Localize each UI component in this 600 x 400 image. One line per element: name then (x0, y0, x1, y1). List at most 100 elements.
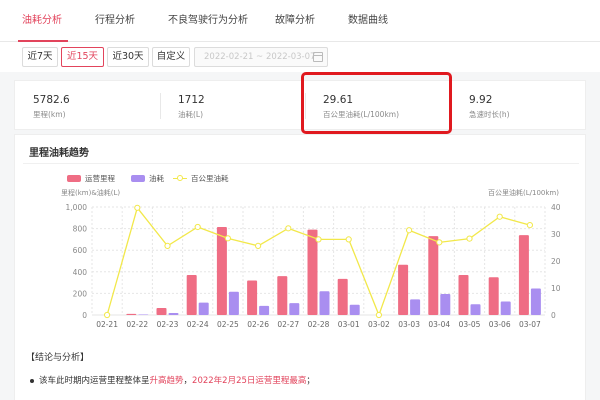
bar-fuel (138, 314, 149, 315)
calendar-icon[interactable] (313, 52, 323, 62)
x-tick-label: 02-23 (157, 320, 179, 329)
stat-fuel-value: 1712 (178, 94, 205, 106)
bar-fuel (470, 304, 481, 315)
stat-fuel-label: 油耗(L) (178, 110, 204, 119)
bar-fuel (259, 305, 270, 315)
point-per100 (406, 227, 413, 234)
range-7days-button[interactable]: 近7天 (22, 47, 58, 67)
point-per100 (496, 213, 503, 220)
x-tick-label: 03-07 (519, 320, 541, 329)
x-tick-label: 02-25 (217, 320, 239, 329)
point-per100 (315, 236, 322, 243)
tab-trip-analysis[interactable]: 行程分析 (95, 0, 135, 42)
stat-divider (160, 93, 161, 119)
stat-mileage-label: 里程(km) (33, 110, 66, 119)
left-tick-label: 0 (82, 311, 87, 320)
left-tick-label: 600 (73, 246, 88, 255)
date-range-picker[interactable]: 2022-02-21 ~ 2022-03-07 (194, 47, 328, 67)
bar-fuel (198, 302, 209, 315)
point-per100 (134, 204, 141, 211)
stat-idle-duration-value: 9.92 (469, 94, 493, 106)
bar-mileage (518, 235, 529, 315)
conclusion-heading: 【结论与分析】 (26, 353, 90, 363)
left-tick-label: 1,000 (66, 203, 88, 212)
point-per100 (164, 242, 171, 249)
bar-mileage (156, 307, 167, 315)
point-per100 (285, 225, 292, 232)
bar-mileage (126, 313, 137, 315)
summary-stats: 5782.6 里程(km) 1712 油耗(L) 29.61 百公里油耗(L/1… (14, 80, 586, 130)
left-tick-label: 800 (73, 225, 88, 234)
x-tick-label: 03-06 (489, 320, 511, 329)
bar-mileage (398, 264, 409, 315)
date-start: 2022-02-21 (204, 52, 254, 62)
x-tick-label: 02-27 (277, 320, 299, 329)
bar-fuel (410, 299, 421, 315)
tab-data-curve[interactable]: 数据曲线 (348, 0, 388, 42)
tab-fault-analysis[interactable]: 故障分析 (275, 0, 315, 42)
bar-mileage (428, 236, 439, 315)
tab-fuel-analysis[interactable]: 油耗分析 (22, 0, 62, 42)
point-per100 (466, 235, 473, 242)
point-per100 (526, 221, 534, 229)
chart-grid (91, 206, 546, 316)
left-tick-label: 400 (73, 268, 88, 277)
x-tick-label: 03-05 (459, 320, 481, 329)
x-tick-label: 02-21 (96, 320, 118, 329)
right-tick-label: 40 (551, 203, 561, 212)
stat-idle-duration-label: 急速时长(h) (469, 110, 510, 119)
stat-mileage-value: 5782.6 (33, 94, 70, 106)
left-tick-label: 200 (73, 289, 88, 298)
point-per100 (224, 235, 231, 242)
bar-fuel (319, 291, 330, 315)
bar-mileage (337, 278, 348, 315)
point-per100 (436, 239, 443, 246)
bar-mileage (488, 277, 499, 315)
conclusion-bullet: 该车此时期内运营里程整体呈升高趋势，2022年2月25日运营里程最高； (30, 374, 315, 386)
point-per100 (375, 311, 382, 319)
right-tick-label: 20 (551, 257, 561, 266)
conclusion-text-after: ； (306, 376, 315, 386)
mileage-fuel-chart: 0 200 400 600 800 1,000 0 10 20 30 40 02-21 02-22 02-… (66, 203, 561, 329)
bar-mileage (307, 229, 318, 315)
trend-panel: 里程油耗趋势 运营里程 油耗 百公里油耗 里程(km)&油耗(L) 百公里油耗(… (14, 134, 586, 400)
point-per100 (194, 223, 201, 231)
x-tick-label: 03-01 (338, 320, 360, 329)
bar-mileage (277, 276, 288, 315)
right-tick-label: 10 (551, 284, 561, 293)
bullet-dot (30, 378, 34, 383)
range-15days-button[interactable]: 近15天 (61, 47, 104, 67)
date-end: 2022-03-07 (266, 52, 316, 62)
range-custom-button[interactable]: 自定义 (152, 47, 190, 67)
x-tick-label: 02-28 (308, 320, 330, 329)
x-tick-label: 02-24 (187, 320, 209, 329)
x-tick-label: 03-04 (428, 320, 450, 329)
bar-mileage (458, 275, 469, 315)
bar-mileage (216, 226, 227, 315)
analysis-tabs: 油耗分析 行程分析 不良驾驶行为分析 故障分析 数据曲线 (0, 0, 600, 42)
bar-mileage (186, 275, 197, 315)
range-30days-button[interactable]: 近30天 (107, 47, 149, 67)
x-tick-label: 02-26 (247, 320, 269, 329)
bar-mileage (247, 280, 258, 315)
x-tick-label: 02-22 (126, 320, 148, 329)
bar-fuel (168, 313, 179, 315)
point-per100 (255, 242, 262, 249)
bar-fuel (289, 303, 300, 315)
right-tick-label: 30 (551, 230, 561, 239)
tab-bad-driving-analysis[interactable]: 不良驾驶行为分析 (168, 0, 248, 42)
bar-fuel (530, 288, 541, 315)
conclusion-trend: 升高趋势 (149, 376, 184, 386)
point-per100 (104, 311, 111, 319)
bar-fuel (440, 293, 451, 315)
x-tick-label: 03-03 (398, 320, 420, 329)
conclusion-text-mid: ， (183, 376, 193, 386)
filter-bar: 近7天 近15天 近30天 自定义 2022-02-21 ~ 2022-03-0… (0, 42, 600, 72)
conclusion-text-before: 该车此时期内运营里程整体呈 (39, 376, 150, 386)
right-tick-label: 0 (551, 311, 556, 320)
bar-fuel (349, 304, 360, 315)
point-per100 (345, 236, 352, 243)
bar-fuel (228, 291, 239, 315)
highlight-box (301, 72, 452, 134)
x-tick-label: 03-02 (368, 320, 390, 329)
